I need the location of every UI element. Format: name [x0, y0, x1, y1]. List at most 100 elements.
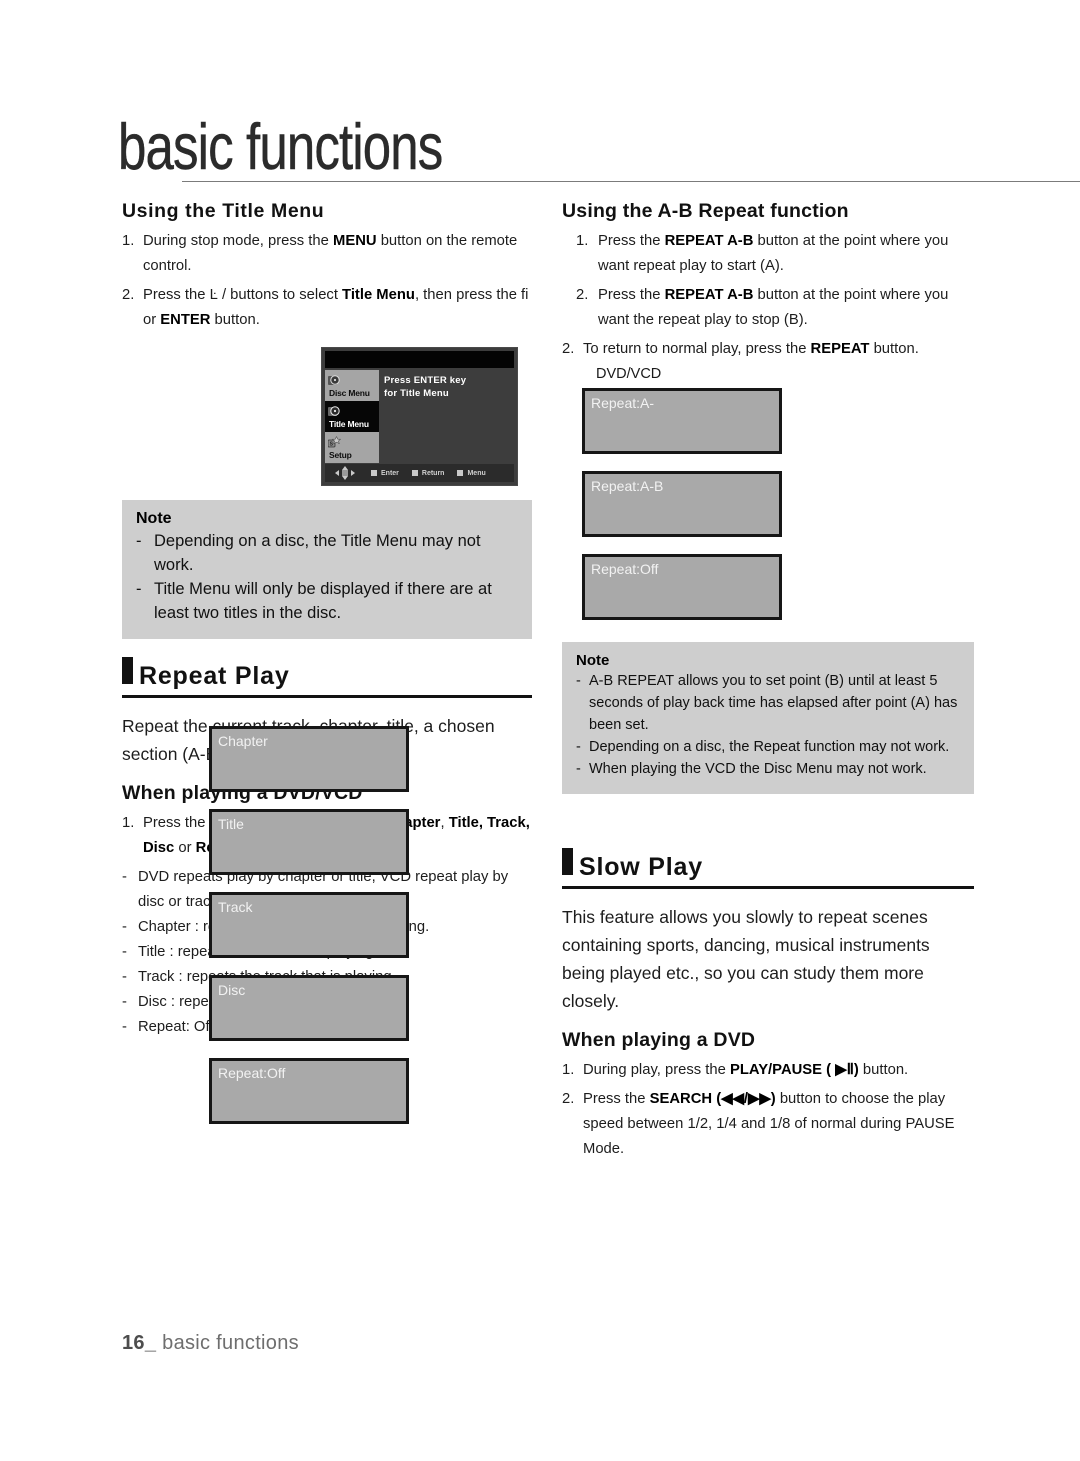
step-number: 1.	[122, 233, 135, 249]
step-text: During play, press the	[583, 1062, 730, 1078]
osd-message-line-1: Press ENTER key	[384, 375, 467, 386]
osd-display-box: Repeat:Off	[582, 554, 782, 620]
dash-bullet-icon: -	[576, 739, 581, 755]
dash-bullet-icon: -	[122, 944, 127, 960]
hint-label: Enter	[381, 469, 399, 477]
hint-label: Menu	[467, 469, 486, 477]
step-item: 2. Press the SEARCH (◀◀/▶▶) button to cho…	[562, 1087, 974, 1162]
section-banner-slow-play: Slow Play	[562, 848, 974, 889]
osd-message-area: Press ENTER key for Title Menu	[384, 374, 512, 400]
ab-repeat-steps-list: 1. Press the REPEAT A-B button at the poi…	[562, 229, 974, 362]
osd-menu-sidebar: Disc Menu Title Menu S Setup	[325, 370, 379, 464]
hint-square-icon	[371, 470, 377, 476]
dash-bullet-icon: -	[136, 580, 142, 598]
emphasis-text: PLAY/PAUSE ( ▶Ⅱ)	[729, 1062, 859, 1078]
dpad-icon	[332, 466, 358, 480]
dash-bullet-icon: -	[576, 761, 581, 777]
page-header: basic functions	[118, 114, 1080, 182]
emphasis-text: REPEAT A-B	[664, 287, 754, 303]
osd-menu-item-label: Setup	[329, 450, 352, 460]
osd-hint-enter: Enter	[371, 470, 399, 477]
hint-label: Return	[421, 469, 445, 477]
step-item: 2. Press the REPEAT A-B button at the poi…	[562, 283, 974, 333]
osd-box-label: Repeat:Off	[591, 561, 659, 577]
step-number: 2.	[562, 341, 575, 357]
note-item: - Title Menu will only be displayed if th…	[136, 577, 518, 625]
osd-display-box: Repeat:A-B	[582, 471, 782, 537]
bullet-text: A-B REPEAT allows you to set point (B) u…	[589, 673, 958, 733]
osd-display-box: Repeat:Off	[209, 1058, 409, 1124]
banner-tick-icon	[122, 657, 133, 684]
note-item-list: - A-B REPEAT allows you to set point (B) …	[576, 670, 960, 780]
note-title: Note	[576, 652, 610, 669]
dash-bullet-icon: -	[122, 869, 127, 885]
step-text: Press the	[598, 233, 665, 249]
banner-tick-icon	[562, 848, 573, 875]
osd-box-stack-ab-repeat: Repeat:A- Repeat:A-B Repeat:Off	[582, 388, 974, 620]
osd-menu-item-title-menu[interactable]: Title Menu	[325, 401, 379, 432]
step-text: button.	[869, 341, 919, 357]
osd-hint-return: Return	[411, 469, 445, 477]
osd-box-label: Disc	[218, 982, 246, 998]
osd-menu-item-label: Title Menu	[329, 419, 369, 429]
bullet-text: Title Menu will only be displayed if the…	[154, 580, 492, 622]
step-text: or	[174, 840, 196, 856]
note-box-ab-repeat: Note - A-B REPEAT allows you to set point…	[562, 642, 974, 794]
page-footer: 16_ basic functions	[122, 1332, 299, 1355]
step-item: 1. During play, press the PLAY/PAUSE ( ▶Ⅱ…	[562, 1058, 974, 1083]
osd-display-box: Title	[209, 809, 409, 875]
step-number: 2.	[562, 1091, 575, 1107]
step-number: 1.	[562, 1062, 575, 1078]
osd-group-label-dvd-vcd: DVD/VCD	[596, 366, 662, 382]
osd-box-label: Title	[218, 816, 244, 832]
emphasis-text: MENU	[333, 233, 377, 249]
dash-bullet-icon: -	[122, 994, 127, 1010]
emphasis-text: ENTER	[160, 312, 211, 328]
section-banner-repeat-play: Repeat Play	[122, 657, 532, 698]
footer-page-number: 16_	[122, 1332, 157, 1354]
note-title: Note	[136, 510, 172, 527]
step-text: Press the	[598, 287, 665, 303]
bullet-text: Depending on a disc, the Title Menu may …	[154, 532, 481, 574]
step-item: 1. During stop mode, press the MENU butto…	[122, 229, 532, 279]
title-menu-steps-list: 1. During stop mode, press the MENU butto…	[122, 229, 532, 333]
page-title: basic functions	[118, 110, 444, 184]
step-text: During stop mode, press the	[143, 233, 333, 249]
dash-bullet-icon: -	[122, 1019, 127, 1035]
emphasis-text: REPEAT	[810, 341, 870, 357]
osd-display-box: Track	[209, 892, 409, 958]
note-item: - Depending on a disc, the Title Menu may…	[136, 529, 518, 577]
step-item: 2. Press the Ŀ / buttons to select Title …	[122, 283, 532, 333]
step-number: 1.	[122, 815, 135, 831]
osd-display-box: Repeat:A-	[582, 388, 782, 454]
note-box-title-menu: Note - Depending on a disc, the Title Men…	[122, 500, 532, 639]
step-item: 2. To return to normal play, press the RE…	[562, 337, 974, 362]
osd-box-stack-repeat-modes: Chapter Title Track Disc Repeat:Off	[209, 726, 409, 1141]
step-text: To return to normal play, press the	[583, 341, 811, 357]
step-text: Press the Ŀ / buttons to select	[143, 287, 343, 303]
bullet-text: Depending on a disc, the Repeat function…	[589, 739, 950, 755]
step-item: 1. Press the REPEAT A-B button at the poi…	[562, 229, 974, 279]
osd-display-box: Disc	[209, 975, 409, 1041]
disc-icon	[328, 374, 341, 387]
note-item-list: - Depending on a disc, the Title Menu may…	[136, 529, 518, 625]
osd-box-label: Repeat:Off	[218, 1065, 286, 1081]
step-text: ,	[440, 815, 449, 831]
step-number: 1.	[576, 233, 589, 249]
right-column: Using the A-B Repeat function 1. Press th…	[562, 200, 974, 1166]
osd-menu-item-disc-menu[interactable]: Disc Menu	[325, 370, 379, 401]
note-item: - When playing the VCD the Disc Menu may …	[576, 758, 960, 780]
tv-osd-screenshot-title-menu: Disc Menu Title Menu S Setup Press ENTER ke…	[321, 347, 518, 486]
bullet-text: Repeat: Off	[138, 1019, 214, 1035]
osd-box-label: Repeat:A-	[591, 395, 655, 411]
step-text: Press the	[143, 815, 210, 831]
setup-icon: S	[327, 435, 342, 449]
emphasis-text: SEARCH (◀◀/▶▶)	[649, 1091, 776, 1107]
osd-menu-item-setup[interactable]: S Setup	[325, 432, 379, 463]
step-number: 2.	[122, 287, 135, 303]
osd-display-box: Chapter	[209, 726, 409, 792]
note-item: - Depending on a disc, the Repeat functio…	[576, 736, 960, 758]
emphasis-text: Title Menu	[342, 287, 415, 303]
title-icon	[328, 405, 341, 418]
osd-menu-item-label: Disc Menu	[329, 388, 370, 398]
